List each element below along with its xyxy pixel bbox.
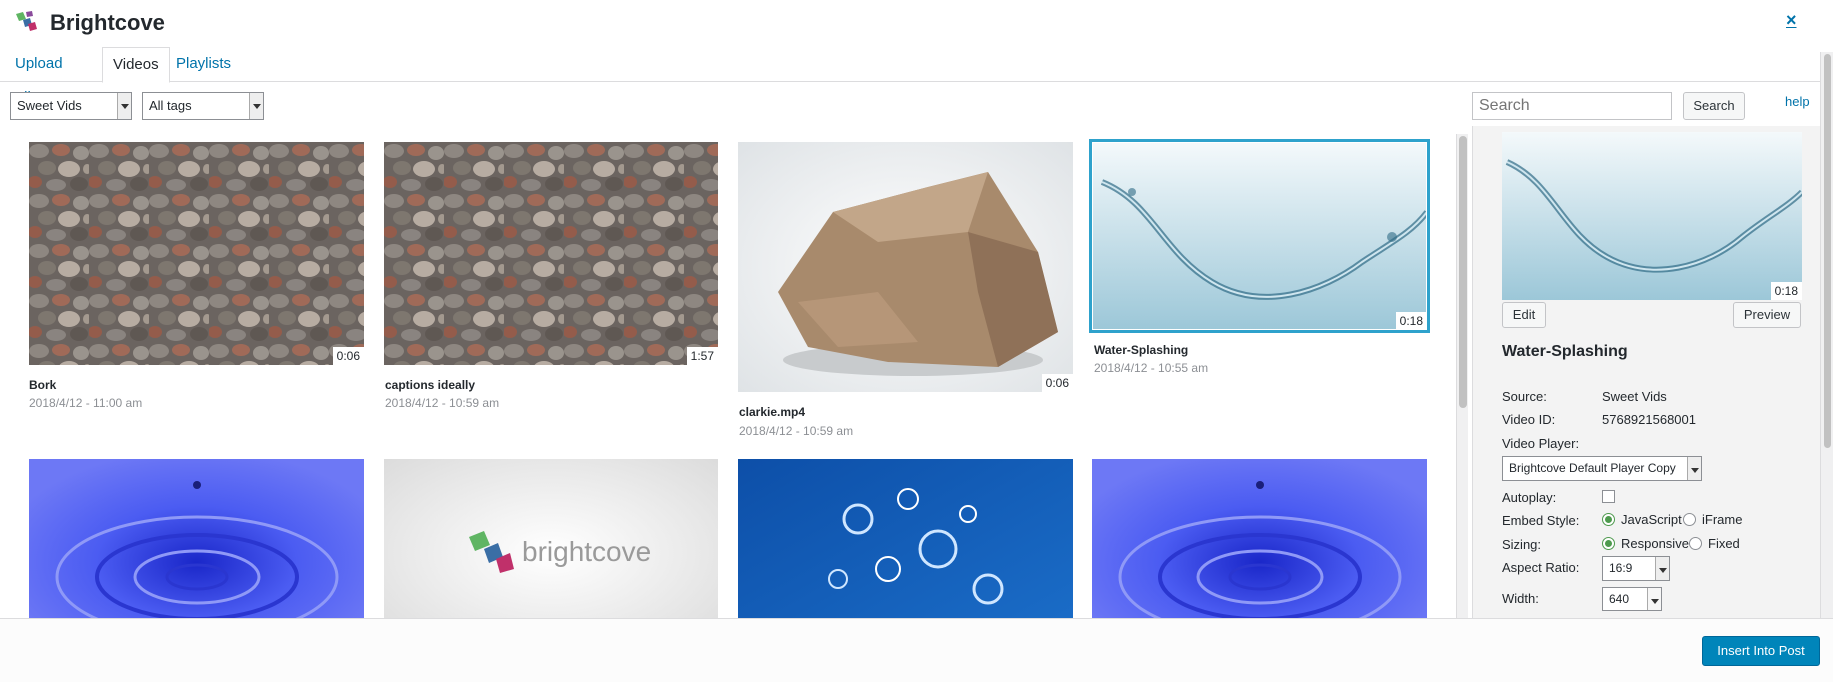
video-title: captions ideally — [385, 378, 476, 392]
tab-videos[interactable]: Videos — [102, 47, 170, 83]
close-icon[interactable]: × — [1786, 10, 1797, 31]
video-date: 2018/4/12 - 10:55 am — [1094, 361, 1209, 375]
sizing-label: Sizing: — [1502, 537, 1542, 552]
source-label: Source: — [1502, 389, 1547, 404]
video-player-select[interactable]: Brightcove Default Player Copy — [1502, 456, 1702, 481]
duration-badge: 0:18 — [1395, 312, 1427, 330]
width-label: Width: — [1502, 591, 1539, 606]
edit-button[interactable]: Edit — [1502, 302, 1546, 328]
video-id-value: 5768921568001 — [1602, 412, 1696, 427]
sizing-responsive-radio[interactable] — [1602, 537, 1615, 550]
sizing-fixed-label: Fixed — [1708, 536, 1740, 551]
water-drop-image — [1092, 459, 1427, 618]
details-thumbnail: 0:18 — [1502, 132, 1802, 300]
video-player-value: Brightcove Default Player Copy — [1509, 461, 1676, 475]
video-thumbnail[interactable]: 0:18 — [1092, 142, 1427, 330]
modal-title: Brightcove — [50, 10, 165, 35]
duration-badge: 1:57 — [686, 347, 718, 365]
video-title: clarkie.mp4 — [739, 405, 806, 419]
chevron-down-icon — [249, 93, 263, 119]
video-thumbnail[interactable]: 0:06 — [738, 142, 1073, 392]
aspect-ratio-value: 16:9 — [1609, 561, 1633, 575]
video-thumbnail[interactable]: 1:57 — [384, 142, 718, 365]
aspect-ratio-label: Aspect Ratio: — [1502, 560, 1580, 575]
stepper-arrows-icon[interactable] — [1647, 588, 1661, 610]
modal-header: Brightcove × — [0, 0, 1833, 82]
preview-button[interactable]: Preview — [1733, 302, 1801, 328]
water-bubbles-image — [738, 459, 1073, 618]
width-value: 640 — [1609, 592, 1630, 606]
video-id-label: Video ID: — [1502, 412, 1556, 427]
water-splash-image — [1092, 142, 1427, 330]
tab-upload-files[interactable]: Upload Files — [5, 47, 73, 106]
video-date: 2018/4/12 - 11:00 am — [29, 396, 143, 410]
chevron-down-icon — [117, 93, 131, 119]
search-input[interactable] — [1472, 92, 1672, 120]
modal-footer — [0, 618, 1833, 682]
video-thumbnail[interactable]: brightcove — [384, 459, 718, 618]
embed-style-label: Embed Style: — [1502, 513, 1580, 528]
help-link[interactable]: help — [1785, 94, 1810, 109]
autoplay-label: Autoplay: — [1502, 490, 1557, 505]
duration-badge: 0:06 — [1041, 374, 1073, 392]
details-title: Water-Splashing — [1502, 343, 1628, 360]
video-title: Water-Splashing — [1094, 343, 1189, 357]
source-value: Sweet Vids — [1602, 389, 1667, 404]
sizing-responsive-label: Responsive — [1621, 536, 1689, 551]
source-select[interactable]: Sweet Vids — [10, 92, 132, 120]
embed-javascript-label: JavaScript — [1621, 512, 1682, 527]
sizing-fixed-radio[interactable] — [1689, 537, 1702, 550]
tab-playlists[interactable]: Playlists — [166, 47, 241, 83]
width-stepper[interactable]: 640 — [1602, 587, 1662, 611]
grid-scrollbar-thumb[interactable] — [1459, 136, 1467, 408]
embed-javascript-radio[interactable] — [1602, 513, 1615, 526]
aspect-ratio-select[interactable]: 16:9 — [1602, 556, 1670, 581]
grid-scrollbar[interactable] — [1456, 134, 1468, 618]
chevron-down-icon — [1655, 557, 1669, 580]
insert-into-post-button[interactable]: Insert Into Post — [1702, 636, 1820, 666]
search-button[interactable]: Search — [1683, 92, 1745, 120]
video-date: 2018/4/12 - 10:59 am — [385, 396, 500, 410]
sidebar-scrollbar[interactable] — [1820, 52, 1833, 618]
duration-badge: 0:06 — [332, 347, 364, 365]
chevron-down-icon — [1687, 457, 1701, 480]
video-thumbnail[interactable] — [29, 459, 364, 618]
sidebar-scrollbar-thumb[interactable] — [1824, 54, 1831, 448]
embed-iframe-radio[interactable] — [1683, 513, 1696, 526]
embed-iframe-label: iFrame — [1702, 512, 1743, 527]
brightcove-logo-icon — [16, 11, 37, 31]
logo-text: brightcove — [522, 536, 651, 567]
water-drop-image — [29, 459, 364, 618]
water-splash-image — [1502, 132, 1802, 300]
video-thumbnail[interactable] — [738, 459, 1073, 618]
pebbles-image — [384, 142, 718, 365]
video-date: 2018/4/12 - 10:59 am — [739, 424, 854, 438]
tags-select[interactable]: All tags — [142, 92, 264, 120]
tags-select-value: All tags — [149, 98, 192, 113]
video-thumbnail[interactable]: 0:06 — [29, 142, 364, 365]
duration-badge: 0:18 — [1770, 282, 1802, 300]
pebbles-image — [29, 142, 364, 365]
rock-image — [738, 142, 1073, 392]
autoplay-checkbox[interactable] — [1602, 490, 1615, 503]
brightcove-logo-image: brightcove — [384, 459, 718, 618]
source-select-value: Sweet Vids — [17, 98, 82, 113]
video-thumbnail[interactable] — [1092, 459, 1427, 618]
video-title: Bork — [29, 378, 57, 392]
video-player-label: Video Player: — [1502, 436, 1580, 451]
